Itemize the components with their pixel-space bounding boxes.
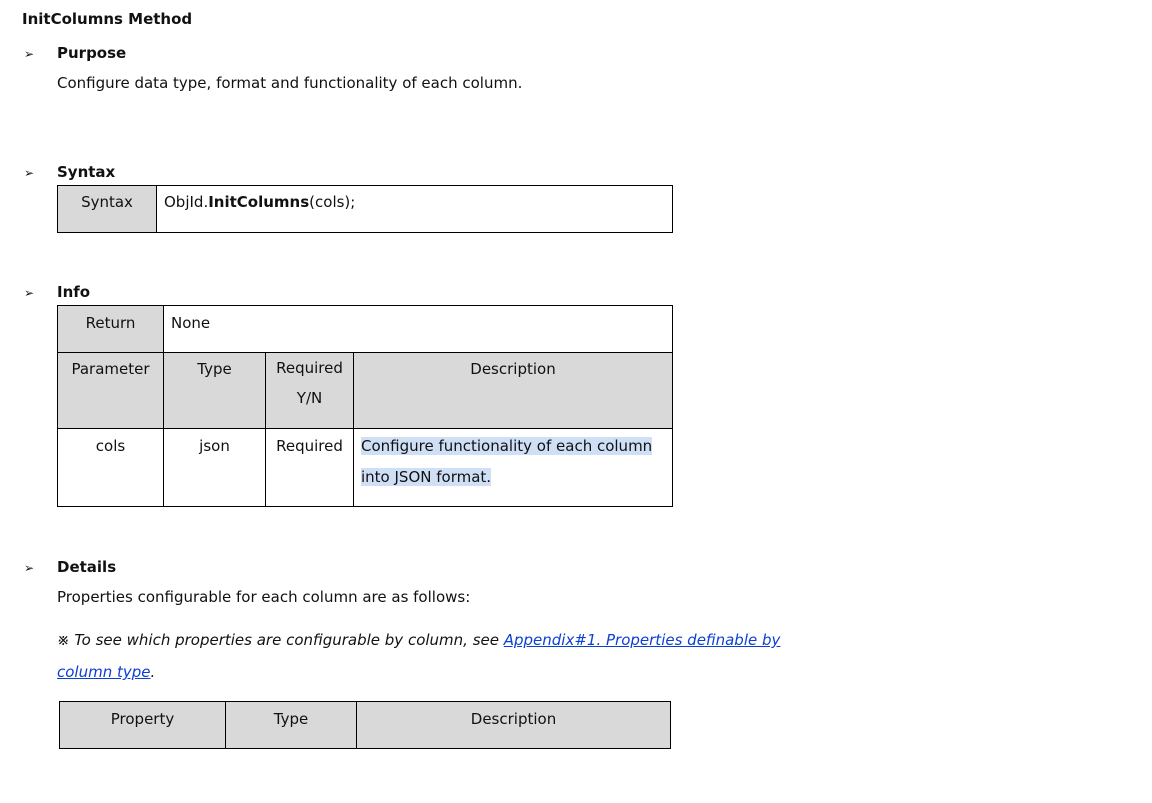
cell-parameter: cols xyxy=(57,428,164,507)
header-parameter: Parameter xyxy=(57,352,164,429)
purpose-text: Configure data type, format and function… xyxy=(57,74,523,92)
cell-type: json xyxy=(163,428,266,507)
syntax-args: (cols); xyxy=(309,193,356,211)
syntax-table: Syntax ObjId.InitColumns(cols); xyxy=(57,185,673,233)
table-row: cols json Required Configure functionali… xyxy=(57,428,673,507)
bullet-arrow-icon: ➢ xyxy=(24,286,35,300)
appendix-link[interactable]: Appendix#1. Properties definable by xyxy=(504,631,781,649)
return-label: Return xyxy=(57,305,164,353)
appendix-link-continued[interactable]: column type xyxy=(57,663,151,681)
syntax-label: Syntax xyxy=(57,185,157,233)
header-prop-type: Type xyxy=(225,701,357,749)
info-heading: Info xyxy=(57,283,91,301)
bullet-arrow-icon: ➢ xyxy=(24,561,35,575)
syntax-code: ObjId.InitColumns(cols); xyxy=(156,185,673,233)
syntax-object: ObjId. xyxy=(164,193,209,211)
header-type: Type xyxy=(163,352,266,429)
header-prop-description: Description xyxy=(356,701,671,749)
details-note: ※ To see which properties are configurab… xyxy=(57,631,781,681)
header-required: Required Y/N xyxy=(265,352,354,429)
properties-table: Property Type Description xyxy=(59,701,671,749)
details-text: Properties configurable for each column … xyxy=(57,588,471,606)
details-heading: Details xyxy=(57,558,117,576)
header-property: Property xyxy=(59,701,226,749)
return-value: None xyxy=(163,305,673,353)
info-table: Return None Parameter Type Required Y/N … xyxy=(57,305,673,507)
header-description: Description xyxy=(353,352,673,429)
cell-description: Configure functionality of each column i… xyxy=(353,428,673,507)
syntax-method: InitColumns xyxy=(208,193,310,211)
page-title: InitColumns Method xyxy=(22,10,193,28)
bullet-arrow-icon: ➢ xyxy=(24,47,35,61)
cell-required: Required xyxy=(265,428,354,507)
bullet-arrow-icon: ➢ xyxy=(24,166,35,180)
syntax-heading: Syntax xyxy=(57,163,116,181)
purpose-heading: Purpose xyxy=(57,44,127,62)
